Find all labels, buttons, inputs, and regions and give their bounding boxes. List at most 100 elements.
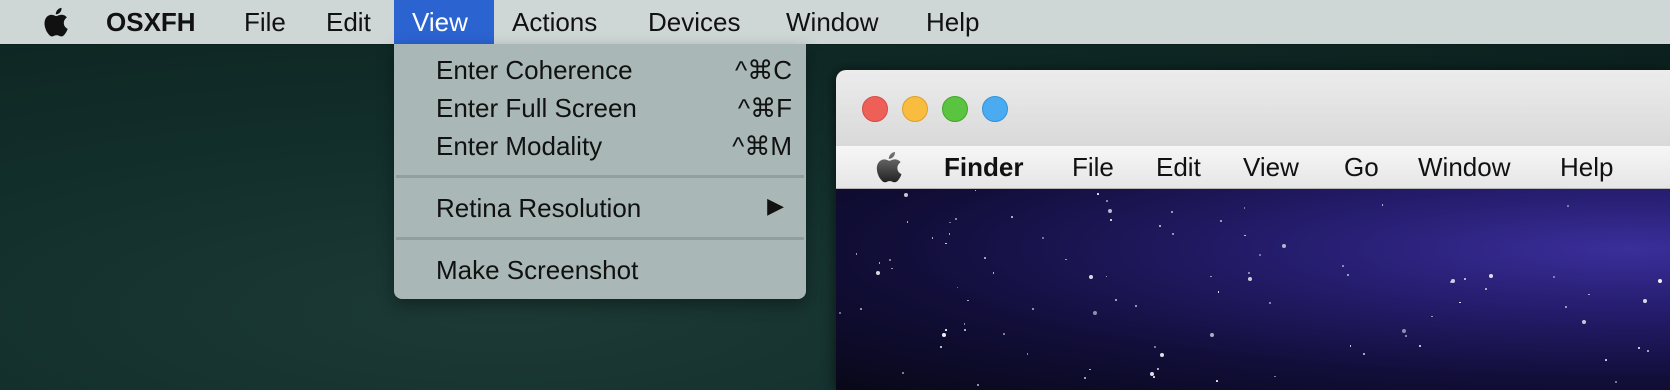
star xyxy=(1565,305,1568,308)
shortcut-label: ^⌘F xyxy=(737,93,792,123)
menu-window[interactable]: Window xyxy=(768,0,896,44)
guest-menu-go[interactable]: Go xyxy=(1344,146,1379,188)
menu-item-enter-coherence[interactable]: Enter Coherence ^⌘C xyxy=(394,51,806,89)
star xyxy=(1216,380,1218,382)
star xyxy=(1097,193,1099,195)
menu-item-retina-resolution[interactable]: Retina Resolution ▶ xyxy=(394,189,806,227)
menu-item-enter-full-screen[interactable]: Enter Full Screen ^⌘F xyxy=(394,89,806,127)
star xyxy=(949,221,951,224)
star xyxy=(1488,273,1493,278)
star xyxy=(1346,274,1349,277)
star xyxy=(902,372,905,375)
menu-item-label: Enter Full Screen xyxy=(436,93,637,123)
star xyxy=(878,262,881,264)
star xyxy=(1089,368,1091,371)
star xyxy=(1553,276,1556,279)
star xyxy=(1159,352,1164,357)
star xyxy=(1026,353,1029,355)
star xyxy=(1647,350,1650,353)
star xyxy=(1217,291,1220,293)
menu-view[interactable]: View xyxy=(394,0,494,44)
star xyxy=(1110,219,1112,221)
window-titlebar[interactable] xyxy=(836,70,1670,146)
guest-menu-edit[interactable]: Edit xyxy=(1156,146,1201,188)
menu-devices[interactable]: Devices xyxy=(630,0,758,44)
menu-item-label: Retina Resolution xyxy=(436,193,642,223)
star xyxy=(1582,320,1587,325)
shortcut-label: ^⌘C xyxy=(735,55,792,85)
star xyxy=(839,311,842,314)
apple-logo-icon[interactable] xyxy=(40,6,70,38)
star xyxy=(1431,315,1433,318)
menu-item-enter-modality[interactable]: Enter Modality ^⌘M xyxy=(394,127,806,165)
star xyxy=(1485,288,1487,290)
guest-menu-app-name[interactable]: Finder xyxy=(944,146,1023,188)
star xyxy=(1342,265,1344,267)
star xyxy=(1248,272,1251,275)
star xyxy=(1093,310,1098,315)
guest-menu-view[interactable]: View xyxy=(1243,146,1299,188)
star xyxy=(948,233,951,235)
star xyxy=(1220,220,1223,222)
close-button-icon[interactable] xyxy=(862,96,888,122)
menu-help[interactable]: Help xyxy=(908,0,997,44)
menu-item-label: Enter Modality xyxy=(436,131,603,161)
star xyxy=(889,259,892,262)
menu-app-name[interactable]: OSXFH xyxy=(88,0,214,44)
star xyxy=(939,346,942,349)
star xyxy=(1156,368,1159,371)
apple-logo-icon[interactable] xyxy=(872,150,904,184)
star xyxy=(1170,210,1173,213)
star xyxy=(1637,347,1640,350)
star xyxy=(941,333,946,338)
star xyxy=(1459,301,1461,304)
star xyxy=(1381,204,1384,206)
star xyxy=(1349,345,1352,347)
star xyxy=(1134,304,1137,307)
extra-window-button-icon[interactable] xyxy=(982,96,1008,122)
guest-menu-window[interactable]: Window xyxy=(1418,146,1510,188)
host-menubar: OSXFH File Edit View Actions Devices Win… xyxy=(0,0,1670,44)
menu-edit[interactable]: Edit xyxy=(308,0,389,44)
menu-actions[interactable]: Actions xyxy=(494,0,615,44)
star xyxy=(1108,209,1113,214)
star xyxy=(1401,329,1406,334)
guest-menubar: Finder File Edit View Go Window Help xyxy=(836,146,1670,189)
star xyxy=(1451,279,1456,284)
guest-menu-file[interactable]: File xyxy=(1072,146,1114,188)
star xyxy=(1615,381,1618,384)
star xyxy=(1274,375,1276,378)
guest-vm-window[interactable]: Finder File Edit View Go Window Help xyxy=(836,70,1670,390)
minimize-button-icon[interactable] xyxy=(902,96,928,122)
star xyxy=(1172,233,1175,236)
star xyxy=(906,221,909,223)
star xyxy=(1209,332,1214,337)
view-dropdown-menu: Enter Coherence ^⌘C Enter Full Screen ^⌘… xyxy=(394,44,806,299)
star xyxy=(1588,293,1590,296)
star xyxy=(1419,344,1422,347)
star xyxy=(1158,225,1161,228)
star xyxy=(903,193,908,198)
menu-file[interactable]: File xyxy=(226,0,304,44)
star xyxy=(977,384,980,387)
zoom-button-icon[interactable] xyxy=(942,96,968,122)
star xyxy=(1089,274,1094,279)
star xyxy=(1605,359,1607,361)
submenu-arrow-icon: ▶ xyxy=(767,193,784,218)
star xyxy=(963,323,966,325)
star xyxy=(1010,215,1013,218)
star xyxy=(1463,278,1466,281)
shortcut-label: ^⌘M xyxy=(732,131,792,161)
star xyxy=(945,242,947,245)
star xyxy=(945,329,947,331)
menu-separator xyxy=(396,237,804,240)
guest-menu-help[interactable]: Help xyxy=(1560,146,1613,188)
star xyxy=(964,329,967,331)
star xyxy=(860,307,863,310)
star xyxy=(1154,345,1157,348)
star xyxy=(992,272,995,274)
menu-item-make-screenshot[interactable]: Make Screenshot xyxy=(394,251,806,289)
menu-separator xyxy=(396,175,804,178)
star xyxy=(1281,244,1286,249)
star xyxy=(1643,298,1648,303)
